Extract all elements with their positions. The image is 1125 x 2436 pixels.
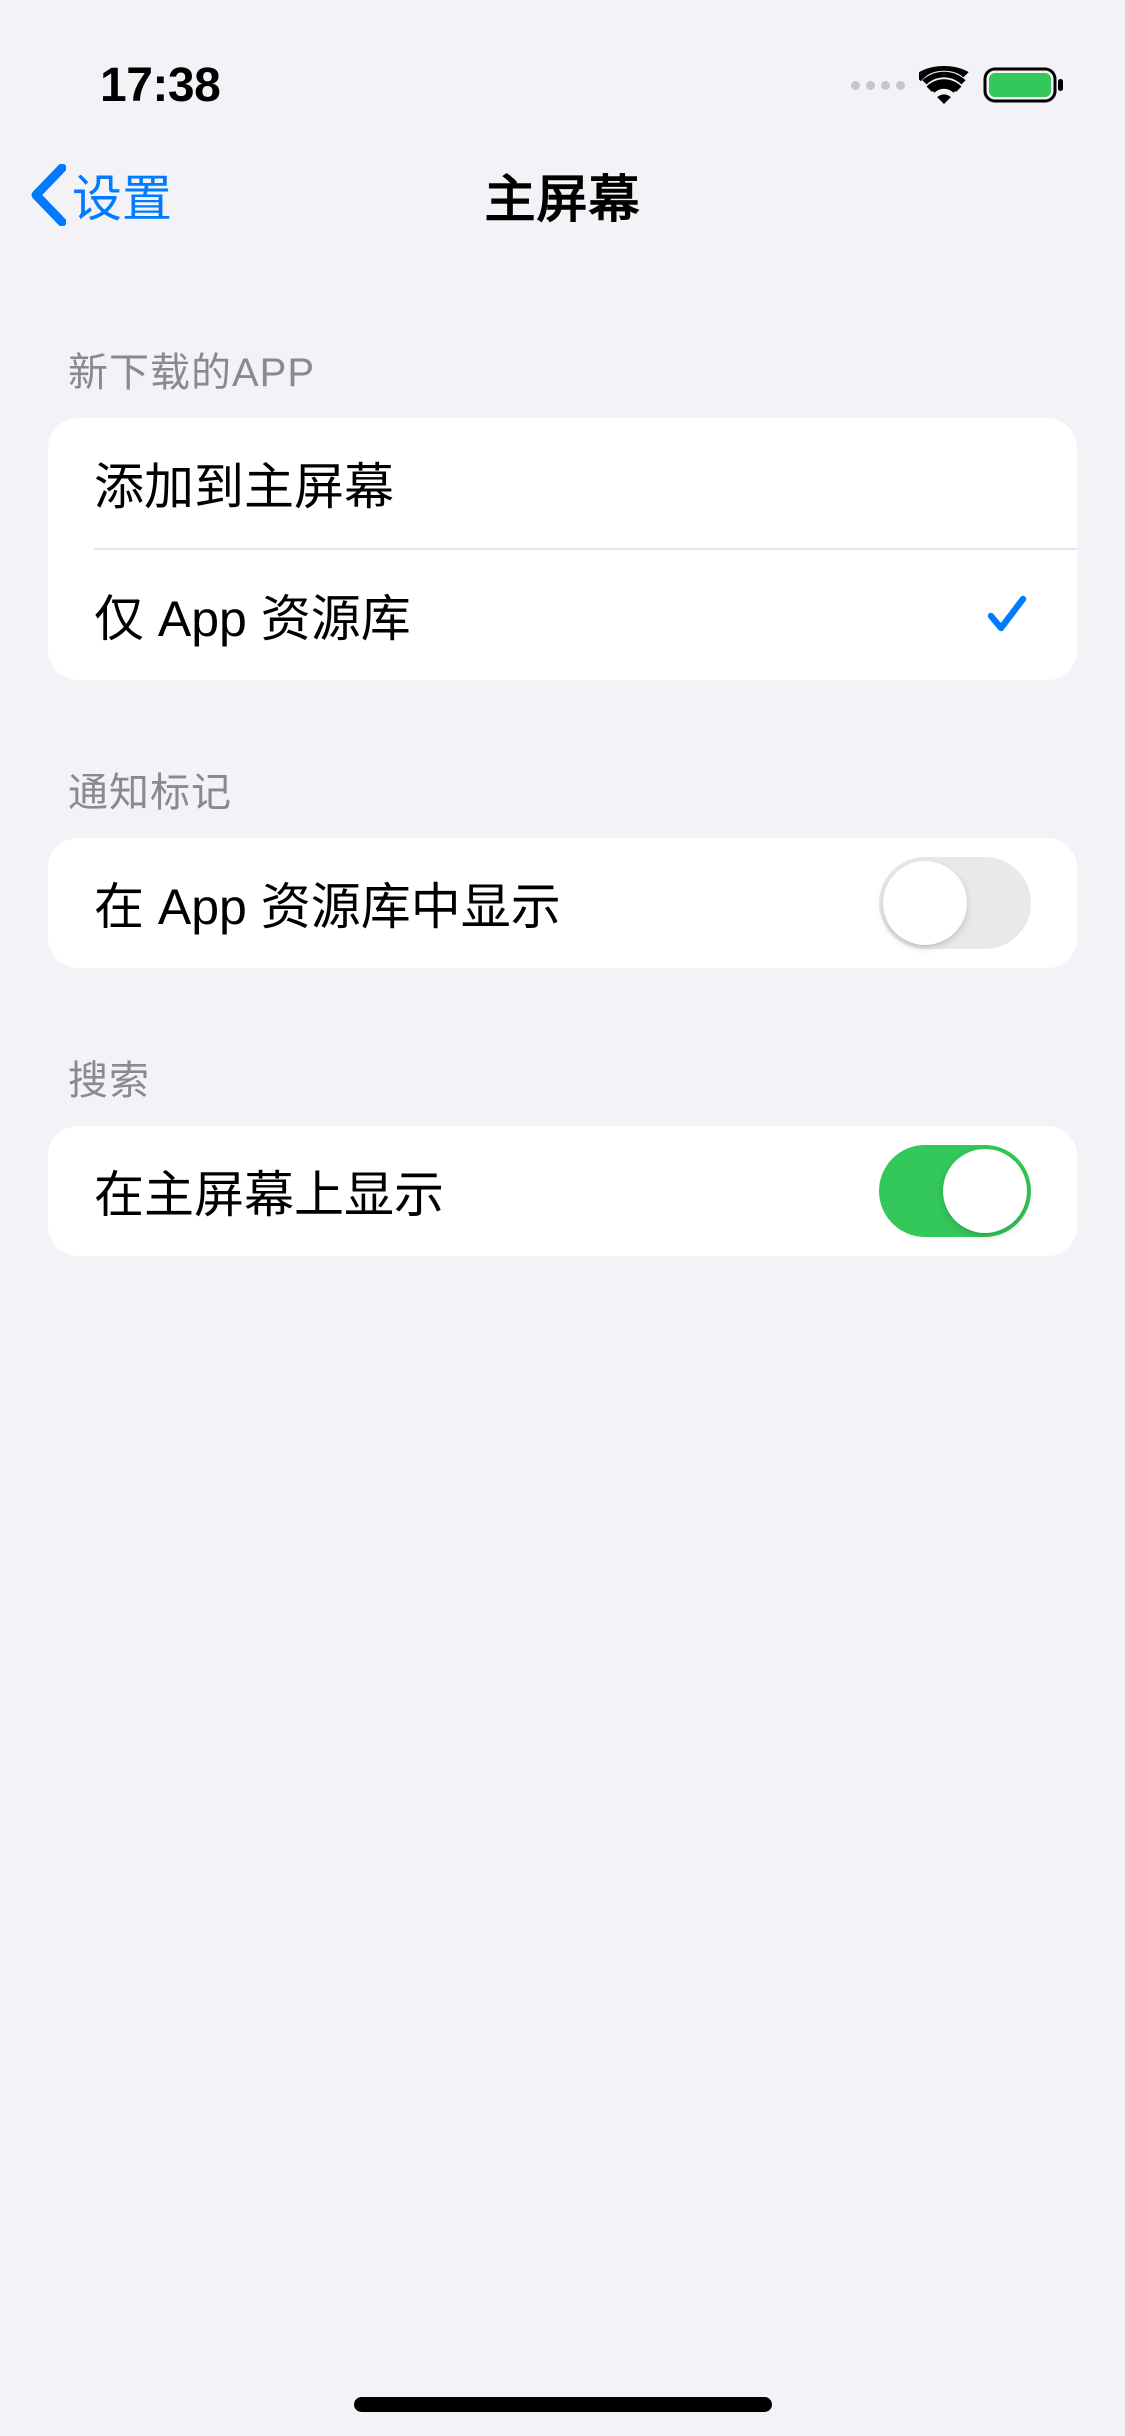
checkmark-icon [983,591,1031,639]
back-label: 设置 [72,159,172,231]
status-time: 17:38 [100,58,220,113]
home-indicator[interactable] [354,2397,772,2412]
group-search: 在主屏幕上显示 [48,1126,1077,1256]
toggle-knob [883,861,967,945]
option-add-to-home[interactable]: 添加到主屏幕 [48,418,1077,548]
row-show-on-home: 在主屏幕上显示 [48,1126,1077,1256]
back-button[interactable]: 设置 [30,159,172,231]
page-title: 主屏幕 [484,158,640,232]
section-header-new-apps: 新下载的APP [48,260,1077,418]
row-show-in-app-library: 在 App 资源库中显示 [48,838,1077,968]
chevron-left-icon [30,164,66,226]
option-label: 添加到主屏幕 [94,447,394,519]
nav-bar: 设置 主屏幕 [0,130,1125,260]
cellular-icon [851,81,905,90]
toggle-show-in-app-library[interactable] [879,857,1031,949]
row-label: 在主屏幕上显示 [94,1155,444,1227]
status-right [851,65,1065,105]
toggle-show-on-home[interactable] [879,1145,1031,1237]
section-header-notification-badges: 通知标记 [48,680,1077,838]
option-app-library-only[interactable]: 仅 App 资源库 [48,550,1077,680]
group-new-apps: 添加到主屏幕 仅 App 资源库 [48,418,1077,680]
row-label: 在 App 资源库中显示 [94,867,561,939]
battery-icon [983,65,1065,105]
toggle-knob [943,1149,1027,1233]
option-label: 仅 App 资源库 [94,579,411,651]
group-notification-badges: 在 App 资源库中显示 [48,838,1077,968]
wifi-icon [919,66,969,104]
status-bar: 17:38 [0,0,1125,130]
section-header-search: 搜索 [48,968,1077,1126]
